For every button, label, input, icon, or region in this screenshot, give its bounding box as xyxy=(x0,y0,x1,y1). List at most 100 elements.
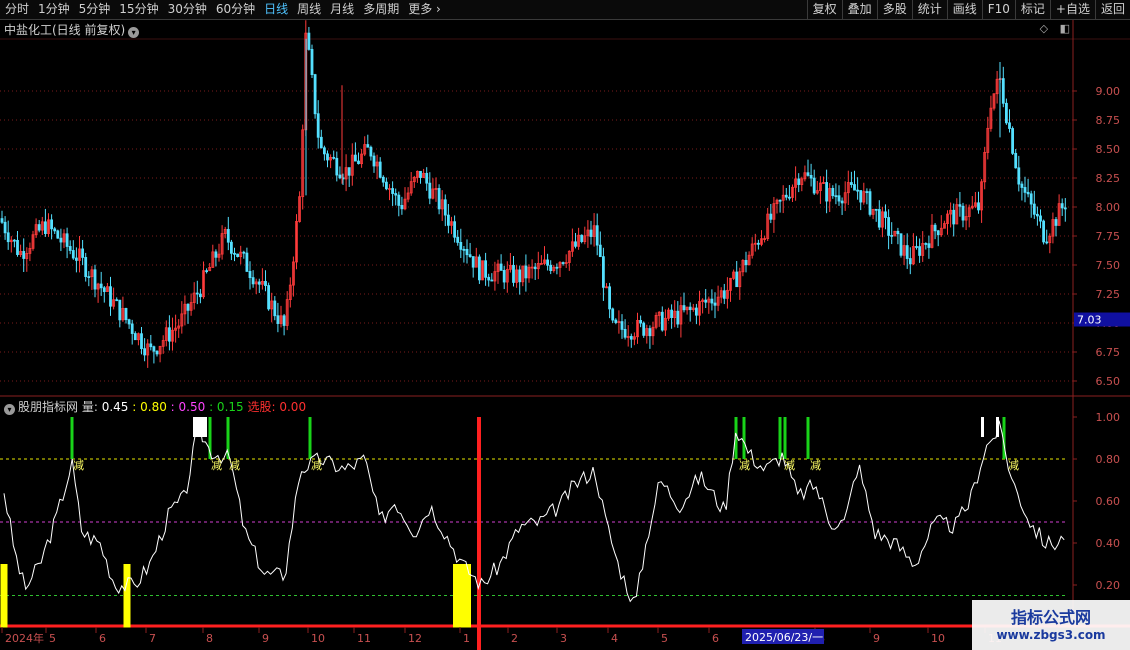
candle-body xyxy=(319,136,323,149)
candle-body xyxy=(877,209,881,228)
candle-body xyxy=(620,321,624,330)
candle-body xyxy=(533,266,537,270)
date-axis-label: 12 xyxy=(408,632,422,645)
candle-body xyxy=(589,229,593,237)
candle-body xyxy=(195,292,199,295)
candle-body xyxy=(437,188,441,210)
candle-body xyxy=(22,251,26,259)
candle-body xyxy=(313,74,317,115)
candle-body xyxy=(623,328,627,338)
candle-body xyxy=(853,184,856,191)
watermark-cn: 指标公式网 xyxy=(1010,608,1091,627)
candle-body xyxy=(84,257,88,277)
candle-body xyxy=(229,241,233,254)
candle-body xyxy=(1017,167,1021,185)
candle-body xyxy=(44,221,47,234)
candle-body xyxy=(1001,78,1005,104)
candle-body xyxy=(924,243,928,245)
candle-body xyxy=(936,230,940,236)
ind-axis-label: 0.20 xyxy=(1096,579,1121,592)
date-axis-label: 5 xyxy=(49,632,56,645)
price-axis-label: 7.25 xyxy=(1096,288,1121,301)
candle-body xyxy=(809,174,813,179)
candle-body xyxy=(59,237,63,243)
candle-body xyxy=(251,277,255,285)
signal-bar xyxy=(742,417,746,459)
candle-body xyxy=(502,269,506,283)
date-axis-label: 9 xyxy=(262,632,269,645)
candle-body xyxy=(648,328,652,337)
current-price-label: 7.03 xyxy=(1077,314,1102,327)
date-highlight-label: 2025/06/23/一 xyxy=(745,631,823,644)
candle-body xyxy=(93,269,97,290)
candle-body xyxy=(896,230,900,235)
candle-body xyxy=(456,236,460,243)
date-axis-label: 10 xyxy=(311,632,325,645)
candle-body xyxy=(1023,187,1027,193)
candle-body xyxy=(639,320,642,324)
candle-body xyxy=(868,191,872,215)
candle-body xyxy=(1014,152,1018,169)
candle-body xyxy=(602,256,605,288)
candle-body xyxy=(366,144,370,148)
candle-body xyxy=(56,230,60,239)
candle-body xyxy=(65,233,69,247)
candle-body xyxy=(87,276,91,278)
candle-body xyxy=(443,199,447,216)
candle-body xyxy=(471,256,475,268)
candle-body xyxy=(1036,213,1039,217)
candle-body xyxy=(1045,241,1049,244)
candle-body xyxy=(214,251,218,258)
candle-body xyxy=(933,224,937,232)
candle-body xyxy=(124,308,128,321)
candle-body xyxy=(335,157,339,176)
candle-body xyxy=(322,147,326,155)
signal-bar xyxy=(778,417,782,459)
date-axis-label: 3 xyxy=(560,632,567,645)
candle-body xyxy=(546,259,549,266)
candle-body xyxy=(518,269,522,283)
candle-body xyxy=(722,290,726,299)
price-axis-label: 8.75 xyxy=(1096,114,1121,127)
candle-body xyxy=(1008,122,1011,129)
candle-body xyxy=(226,228,230,243)
signal-text: 减 xyxy=(73,459,84,472)
ind-axis-label: 0.80 xyxy=(1096,453,1121,466)
candle-body xyxy=(397,194,401,206)
candle-body xyxy=(1054,219,1058,226)
signal-bar xyxy=(123,564,131,628)
candle-body xyxy=(629,336,633,340)
candle-body xyxy=(133,333,137,341)
candle-body xyxy=(236,253,240,257)
candle-body xyxy=(353,154,357,162)
candle-body xyxy=(642,322,646,336)
candle-body xyxy=(1063,207,1067,210)
candle-body xyxy=(899,233,903,256)
candle-body xyxy=(310,49,314,76)
candle-body xyxy=(713,302,717,306)
candle-body xyxy=(16,239,19,255)
candle-body xyxy=(788,196,791,199)
signal-bar xyxy=(70,417,74,459)
candle-body xyxy=(905,245,909,259)
candle-body xyxy=(915,246,918,248)
candle-body xyxy=(152,346,156,352)
price-axis-label: 8.00 xyxy=(1096,201,1121,214)
stock-chart[interactable]: 9.008.758.508.258.007.757.507.257.006.75… xyxy=(0,0,1130,650)
candle-body xyxy=(109,286,112,307)
signal-text: 减 xyxy=(311,459,322,472)
candle-body xyxy=(682,305,686,311)
candle-body xyxy=(1039,215,1042,222)
candle-body xyxy=(0,218,4,223)
signal-text: 减 xyxy=(810,459,821,472)
candle-body xyxy=(53,228,57,232)
indicator-line xyxy=(3,420,1065,603)
candle-body xyxy=(710,298,714,304)
candle-body xyxy=(608,286,611,310)
candle-body xyxy=(127,319,131,325)
candle-body xyxy=(425,172,429,184)
candle-body xyxy=(347,167,351,176)
ind-axis-label: 0.60 xyxy=(1096,495,1121,508)
candle-body xyxy=(71,250,75,259)
candle-body xyxy=(465,248,469,256)
